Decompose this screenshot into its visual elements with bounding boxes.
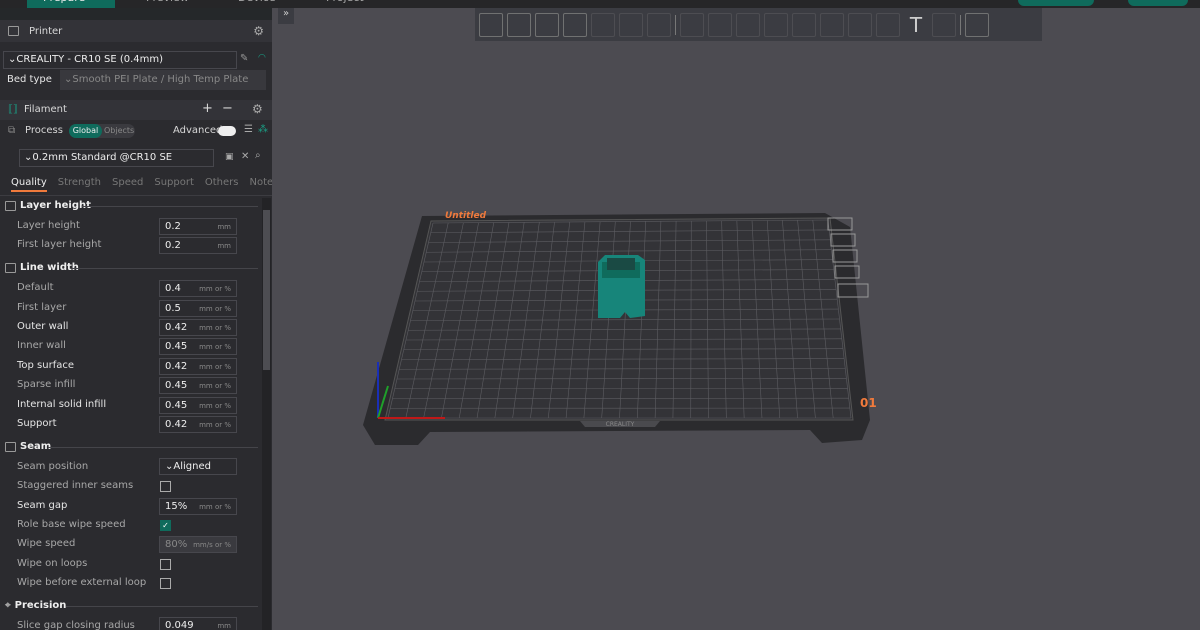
3d-viewport[interactable]: CREALITY Untitled 01 (0, 0, 1200, 630)
plate-brand-label: CREALITY (606, 421, 635, 428)
3d-model-object (598, 255, 645, 318)
plate-name-label: Untitled (445, 211, 487, 221)
plate-number-label: 01 (860, 396, 877, 410)
